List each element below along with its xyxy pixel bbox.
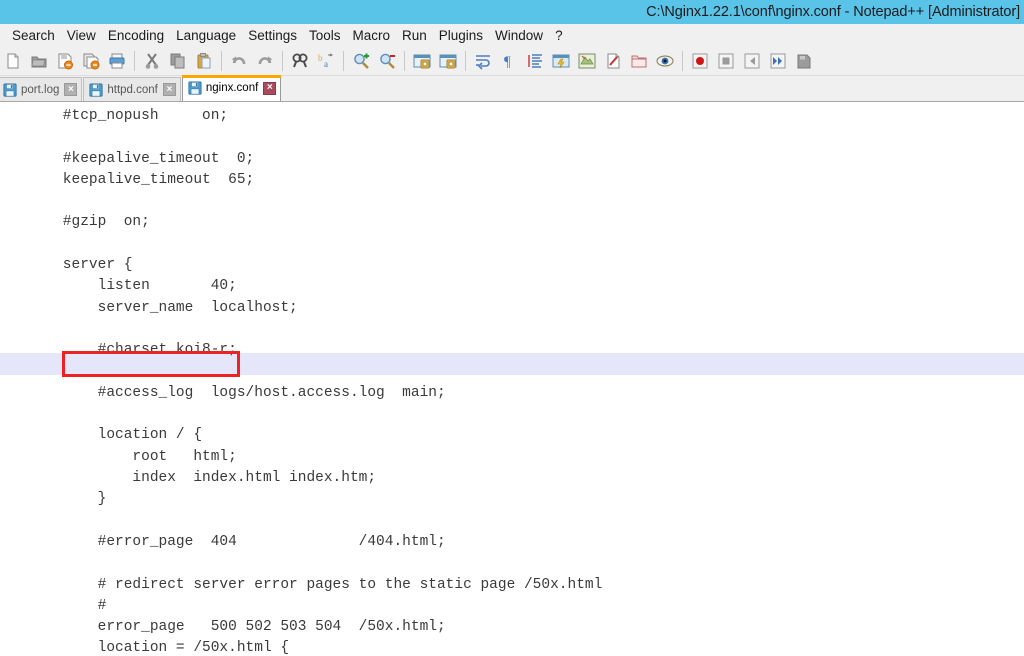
close-icon[interactable]: × [64,83,78,96]
code-line: error_page 500 502 503 504 /50x.html; [28,619,446,636]
macro-record-icon[interactable] [688,49,712,73]
menu-search[interactable]: Search [6,27,61,44]
user-defined-dialog-icon[interactable] [549,49,573,73]
function-list-icon[interactable] [601,49,625,73]
copy-icon[interactable] [166,49,190,73]
redo-icon[interactable] [253,49,277,73]
tab-bar: port.log × httpd.conf × nginx.conf × [0,75,1024,102]
macro-save-icon[interactable] [792,49,816,73]
menu-bar: Search View Encoding Language Settings Tools M… [0,24,1024,46]
toolbar-separator [682,50,683,71]
macro-stop-icon[interactable] [714,49,738,73]
code-line: index index.html index.htm; [28,470,377,487]
toolbar-separator [134,50,135,71]
code-content[interactable]: #tcp_nopush on; #keepalive_timeout 0; ke… [0,102,1024,654]
close-icon[interactable]: × [263,81,277,95]
code-line: #charset koi8-r; [28,342,237,359]
toolbar-separator [343,50,344,71]
code-line: server { [28,257,133,274]
toolbar-separator [404,50,405,71]
menu-help[interactable]: ? [549,27,569,44]
tab-label: port.log [21,83,60,96]
saved-file-icon [89,82,107,97]
zoom-in-icon[interactable] [349,49,373,73]
menu-window[interactable]: Window [489,27,549,44]
code-editor[interactable]: #tcp_nopush on; #keepalive_timeout 0; ke… [0,102,1024,654]
cut-icon[interactable] [140,49,164,73]
toolbar-separator [282,50,283,71]
tab-label: nginx.conf [205,82,259,94]
macro-run-multiple-icon[interactable] [766,49,790,73]
word-wrap-icon[interactable] [471,49,495,73]
code-line: # redirect server error pages to the sta… [28,576,603,593]
folder-as-workspace-icon[interactable] [627,49,651,73]
code-line: #access_log logs/host.access.log main; [28,384,446,401]
svg-text:b: b [318,53,323,63]
code-line: keepalive_timeout 65; [28,171,255,188]
saved-file-icon [188,81,206,95]
code-line: #keepalive_timeout 0; [28,150,255,167]
paste-icon[interactable] [192,49,216,73]
sync-vertical-scroll-icon[interactable] [410,49,434,73]
close-icon[interactable]: × [162,83,176,96]
window-title: C:\Nginx1.22.1\conf\nginx.conf - Notepad… [646,4,1020,20]
saved-file-icon [3,82,21,97]
open-file-icon[interactable] [27,49,51,73]
sync-horizontal-scroll-icon[interactable] [436,49,460,73]
menu-run[interactable]: Run [396,27,433,44]
svg-text:a: a [324,59,328,69]
code-line: root html; [28,448,237,465]
monitoring-icon[interactable] [653,49,677,73]
code-line: } [28,491,107,508]
tab-nginx-conf[interactable]: nginx.conf × [181,75,282,101]
macro-playback-icon[interactable] [740,49,764,73]
replace-icon[interactable]: ba [314,49,338,73]
save-all-icon[interactable] [79,49,103,73]
code-line: location / { [28,427,203,444]
document-map-icon[interactable] [575,49,599,73]
tab-label: httpd.conf [107,83,158,96]
code-line: # [28,597,107,614]
menu-plugins[interactable]: Plugins [433,27,489,44]
code-line: #error_page 404 /404.html; [28,533,446,550]
code-line: #tcp_nopush on; [28,108,229,124]
menu-language[interactable]: Language [170,27,242,44]
code-line: server_name localhost; [28,299,298,316]
print-icon[interactable] [105,49,129,73]
new-file-icon[interactable] [1,49,25,73]
indent-guide-icon[interactable] [523,49,547,73]
code-line: listen 40; [28,278,237,295]
zoom-out-icon[interactable] [375,49,399,73]
toolbar: ba ¶ [0,46,1024,76]
menu-tools[interactable]: Tools [303,27,347,44]
menu-view[interactable]: View [61,27,102,44]
title-bar: C:\Nginx1.22.1\conf\nginx.conf - Notepad… [0,0,1024,24]
menu-macro[interactable]: Macro [346,27,396,44]
svg-text:¶: ¶ [504,54,511,70]
find-icon[interactable] [288,49,312,73]
tab-httpd-conf[interactable]: httpd.conf × [83,77,181,101]
save-file-icon[interactable] [53,49,77,73]
menu-encoding[interactable]: Encoding [102,27,170,44]
toolbar-separator [465,50,466,71]
tab-report-log[interactable]: port.log × [0,77,83,101]
code-line: #gzip on; [28,214,150,231]
toolbar-separator [221,50,222,71]
show-all-characters-icon[interactable]: ¶ [497,49,521,73]
undo-icon[interactable] [227,49,251,73]
code-line: location = /50x.html { [28,640,290,654]
menu-settings[interactable]: Settings [242,27,303,44]
